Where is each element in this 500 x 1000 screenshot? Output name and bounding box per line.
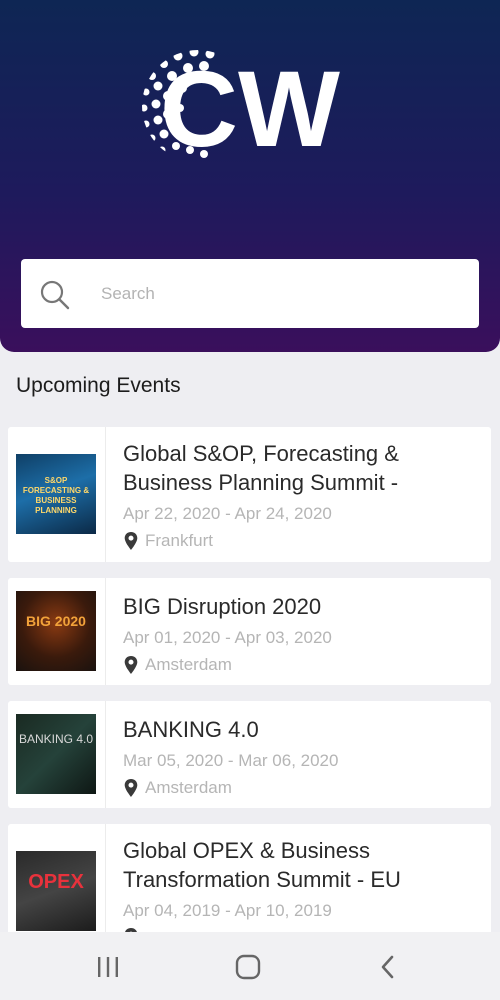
recent-apps-icon[interactable]	[93, 952, 123, 982]
event-thumbnail: BIG 2020	[16, 591, 96, 671]
event-title: BIG Disruption 2020	[123, 594, 322, 619]
event-card[interactable]: OPEX Global OPEX & Business Transformati…	[8, 824, 491, 932]
event-dates: Apr 01, 2020 - Apr 03, 2020	[123, 628, 332, 647]
search-bar[interactable]	[21, 259, 479, 328]
event-thumbnail: S&OP FORECASTING & BUSINESS PLANNING	[16, 454, 96, 534]
logo-text: CW	[160, 48, 340, 166]
back-icon[interactable]	[373, 952, 403, 982]
events-list[interactable]: S&OP FORECASTING & BUSINESS PLANNING Glo…	[8, 427, 491, 932]
event-location: Amsterdam	[123, 778, 232, 798]
event-card[interactable]: S&OP FORECASTING & BUSINESS PLANNING Glo…	[8, 427, 491, 562]
event-thumbnail: BANKING 4.0	[16, 714, 96, 794]
system-nav-bar	[0, 932, 500, 1000]
location-label: Frankfurt	[145, 531, 214, 550]
location-label: Amsterdam	[145, 778, 232, 797]
location-pin-icon	[124, 656, 138, 674]
event-card[interactable]: BIG 2020 BIG Disruption 2020 Apr 01, 202…	[8, 578, 491, 685]
event-card[interactable]: BANKING 4.0 BANKING 4.0 Mar 05, 2020 - M…	[8, 701, 491, 808]
search-icon	[40, 280, 70, 310]
search-input[interactable]	[101, 277, 461, 311]
event-location: Frankfurt	[123, 531, 213, 551]
event-thumbnail: OPEX	[16, 851, 96, 931]
event-dates: Mar 05, 2020 - Mar 06, 2020	[123, 751, 339, 770]
thumbnail-caption: OPEX	[28, 871, 84, 893]
event-location: Amsterdam	[123, 655, 232, 675]
event-title: BANKING 4.0	[123, 717, 259, 742]
event-title: Global OPEX & Business Transformation Su…	[123, 838, 401, 892]
cw-logo: CW	[142, 48, 340, 166]
location-pin-icon	[124, 779, 138, 797]
app-header: CW	[0, 0, 500, 352]
event-dates: Apr 04, 2019 - Apr 10, 2019	[123, 901, 332, 920]
home-icon[interactable]	[233, 952, 263, 982]
section-title: Upcoming Events	[16, 374, 181, 397]
thumbnail-caption: S&OP FORECASTING & BUSINESS PLANNING	[22, 476, 90, 515]
location-label: Amsterdam	[145, 655, 232, 674]
event-dates: Apr 22, 2020 - Apr 24, 2020	[123, 504, 332, 523]
location-pin-icon	[124, 532, 138, 550]
event-title: Global S&OP, Forecasting & Business Plan…	[123, 441, 399, 495]
thumbnail-caption: BANKING 4.0	[18, 732, 94, 746]
thumbnail-caption: BIG 2020	[26, 613, 86, 629]
